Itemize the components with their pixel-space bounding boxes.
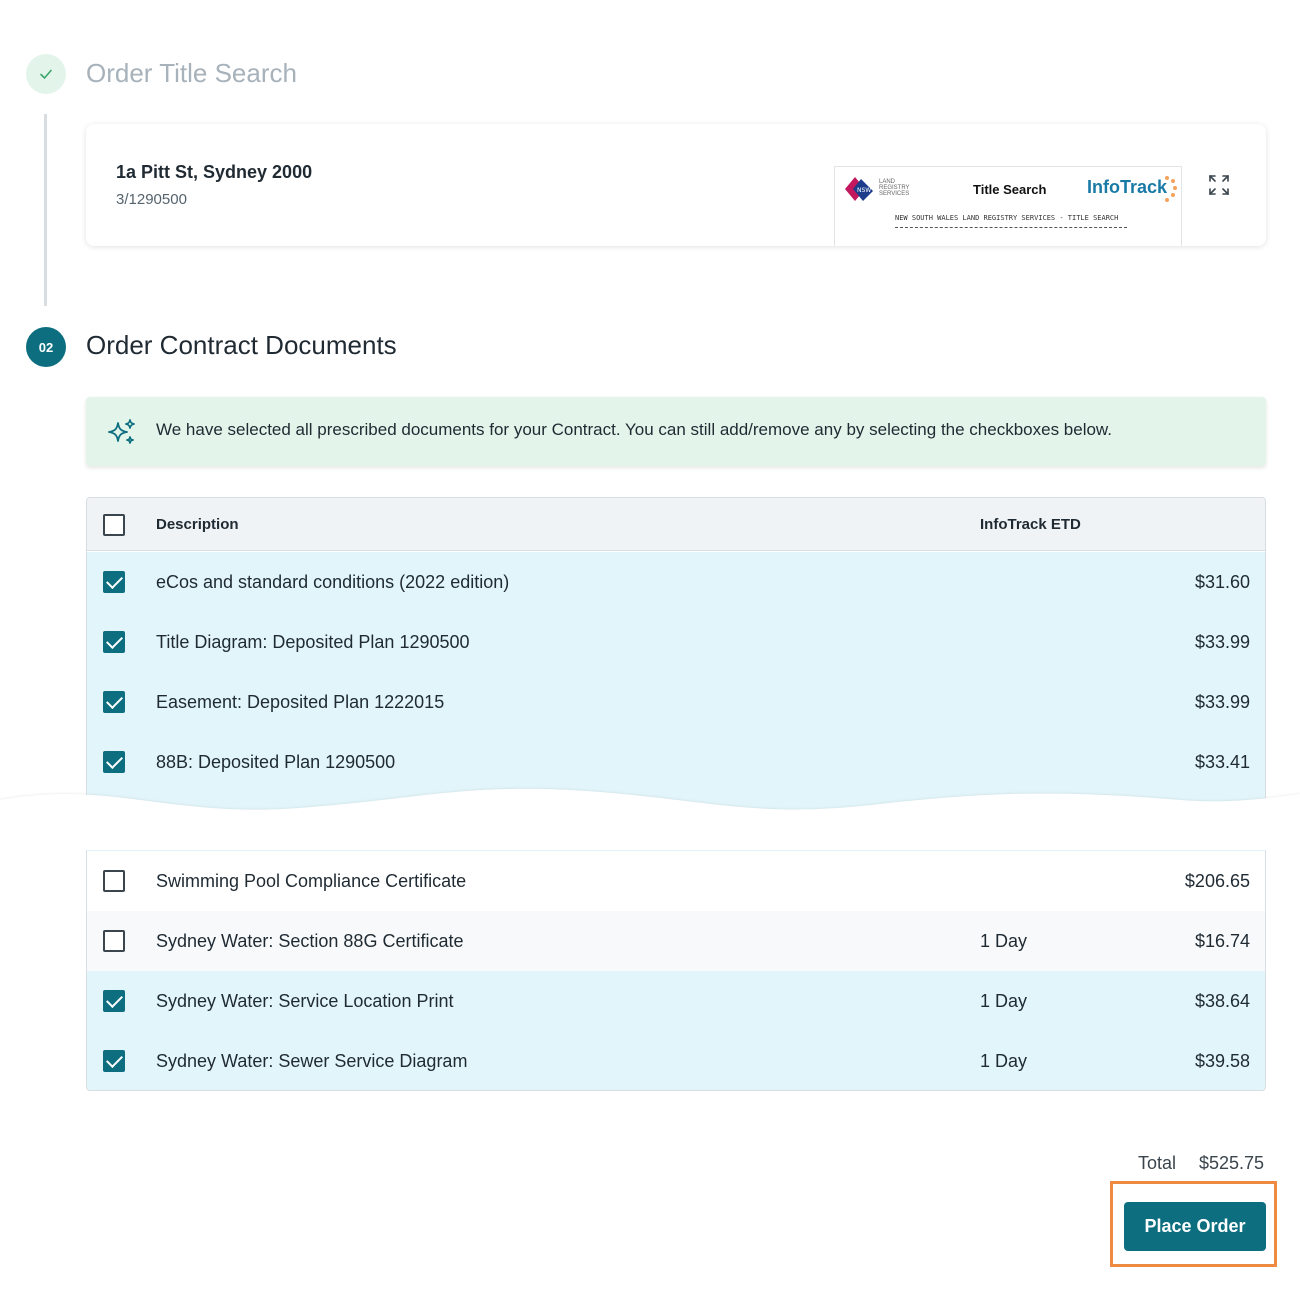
row-checkbox[interactable] xyxy=(103,990,125,1012)
info-banner: We have selected all prescribed document… xyxy=(86,397,1266,466)
title-search-thumbnail[interactable]: NSW LAND REGISTRY SERVICES Title Search … xyxy=(834,166,1182,246)
step-1-title: Order Title Search xyxy=(86,58,297,88)
row-description: Sydney Water: Service Location Print xyxy=(156,991,454,1011)
check-icon xyxy=(40,69,52,79)
infotrack-logo: InfoTrack xyxy=(1087,177,1168,197)
row-checkbox[interactable] xyxy=(103,571,125,593)
row-checkbox[interactable] xyxy=(103,930,125,952)
select-all-checkbox[interactable] xyxy=(103,514,125,536)
table-row[interactable]: eCos and standard conditions (2022 editi… xyxy=(87,552,1265,612)
thumbnail-divider xyxy=(895,227,1127,228)
step-2-title: Order Contract Documents xyxy=(86,330,397,360)
row-price: $33.99 xyxy=(1194,632,1250,652)
table-row[interactable]: Easement: Deposited Plan 1222015 $33.99 xyxy=(87,672,1265,732)
title-search-card: 1a Pitt St, Sydney 2000 3/1290500 NSW LA… xyxy=(86,124,1266,246)
sparkle-icon xyxy=(108,419,135,444)
torn-edge-divider xyxy=(0,788,1300,850)
row-price: $16.74 xyxy=(1194,931,1250,951)
nsw-logo-icon: NSW xyxy=(845,177,873,201)
thumbnail-subtitle: NEW SOUTH WALES LAND REGISTRY SERVICES -… xyxy=(895,214,1119,222)
row-description: Easement: Deposited Plan 1222015 xyxy=(156,692,445,712)
row-description: Sydney Water: Section 88G Certificate xyxy=(156,931,464,951)
row-checkbox[interactable] xyxy=(103,631,125,653)
svg-text:NSW: NSW xyxy=(857,187,871,194)
place-order-button[interactable]: Place Order xyxy=(1124,1202,1266,1251)
column-header-description: Description xyxy=(156,516,239,533)
step-complete-badge xyxy=(26,54,66,94)
infotrack-dots-icon xyxy=(1165,176,1177,202)
column-header-etd: InfoTrack ETD xyxy=(980,516,1081,533)
row-description: Title Diagram: Deposited Plan 1290500 xyxy=(156,632,470,652)
table-row[interactable]: Swimming Pool Compliance Certificate $20… xyxy=(87,851,1265,911)
table-row[interactable]: Sydney Water: Sewer Service Diagram 1 Da… xyxy=(87,1031,1265,1090)
table-row[interactable]: Title Diagram: Deposited Plan 1290500 $3… xyxy=(87,612,1265,672)
step-connector-line xyxy=(44,114,47,306)
total-value: $525.75 xyxy=(1199,1153,1265,1173)
row-price: $31.60 xyxy=(1194,572,1250,592)
thumbnail-title: Title Search xyxy=(973,182,1047,197)
row-price: $39.58 xyxy=(1194,1051,1250,1071)
expand-icon xyxy=(1209,175,1229,195)
total-label: Total xyxy=(1138,1153,1177,1173)
step-2-badge: 02 xyxy=(26,327,66,367)
row-etd: 1 Day xyxy=(980,1051,1028,1071)
row-description: Sydney Water: Sewer Service Diagram xyxy=(156,1051,468,1071)
row-price: $206.65 xyxy=(1184,871,1250,891)
banner-message: We have selected all prescribed document… xyxy=(156,420,1112,439)
row-description: Swimming Pool Compliance Certificate xyxy=(156,871,467,891)
row-etd: 1 Day xyxy=(980,991,1028,1011)
folio-identifier: 3/1290500 xyxy=(116,191,187,208)
row-price: $38.64 xyxy=(1194,991,1250,1011)
row-checkbox[interactable] xyxy=(103,1050,125,1072)
row-description: eCos and standard conditions (2022 editi… xyxy=(156,572,510,592)
table-row[interactable]: Sydney Water: Section 88G Certificate 1 … xyxy=(87,911,1265,971)
row-checkbox[interactable] xyxy=(103,691,125,713)
property-address: 1a Pitt St, Sydney 2000 xyxy=(116,162,313,182)
row-price: $33.99 xyxy=(1194,692,1250,712)
table-row[interactable]: Sydney Water: Service Location Print 1 D… xyxy=(87,971,1265,1031)
row-etd: 1 Day xyxy=(980,931,1028,951)
row-checkbox[interactable] xyxy=(103,870,125,892)
expand-preview-button[interactable] xyxy=(1204,170,1234,200)
nsw-logo-text: LAND REGISTRY SERVICES xyxy=(879,179,910,197)
table-header: Description InfoTrack ETD xyxy=(87,498,1265,551)
